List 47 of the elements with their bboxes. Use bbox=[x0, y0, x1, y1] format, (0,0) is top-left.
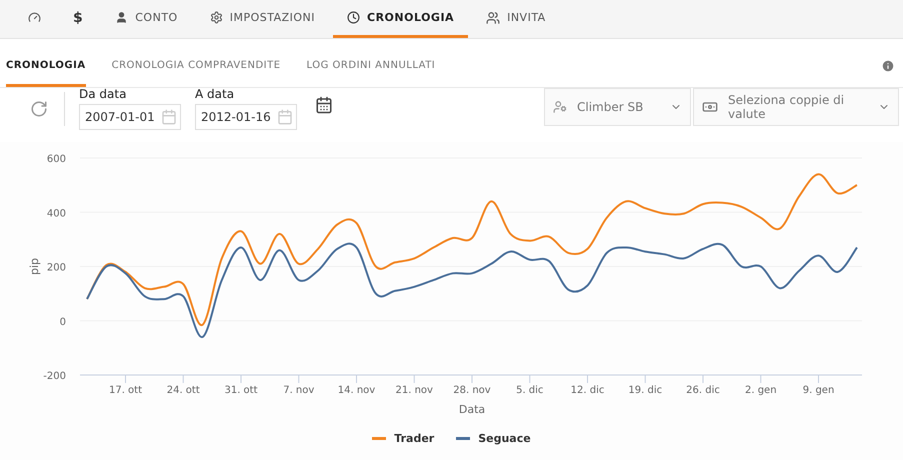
y-axis-title: pip bbox=[28, 258, 41, 276]
info-icon[interactable] bbox=[881, 59, 895, 73]
x-tick-label: 12. dic bbox=[570, 385, 604, 396]
calendar-icon bbox=[277, 109, 293, 125]
x-tick-label: 5. dic bbox=[516, 385, 544, 396]
user-icon bbox=[553, 100, 567, 114]
y-tick-label: 0 bbox=[60, 316, 66, 328]
x-tick-label: 21. nov bbox=[396, 385, 433, 396]
calendar-icon[interactable] bbox=[315, 96, 333, 114]
nav-tab[interactable]: INVITA bbox=[472, 0, 560, 38]
currency-pair-select[interactable]: Seleziona coppie di valute bbox=[693, 88, 899, 126]
x-tick-label: 9. gen bbox=[802, 385, 834, 396]
gauge-icon bbox=[28, 11, 41, 24]
nav-tab[interactable]: $ bbox=[59, 0, 98, 38]
y-tick-label: 600 bbox=[46, 154, 66, 165]
nav-tab[interactable]: CONTO bbox=[101, 0, 192, 38]
x-tick-label: 14. nov bbox=[338, 385, 376, 396]
sub-tab[interactable]: CRONOLOGIA COMPRAVENDITE bbox=[112, 39, 281, 87]
y-tick-label: -200 bbox=[43, 371, 66, 382]
clock-icon bbox=[347, 11, 360, 24]
x-tick-label: 2. gen bbox=[744, 385, 777, 396]
y-tick-label: 400 bbox=[46, 208, 66, 220]
y-tick-label: 200 bbox=[46, 262, 66, 274]
x-tick-label: 19. dic bbox=[628, 385, 662, 396]
field-label: A data bbox=[195, 87, 236, 101]
nav-tab[interactable]: IMPOSTAZIONI bbox=[196, 0, 330, 38]
x-axis-title: Data bbox=[458, 403, 486, 416]
x-tick-label: 26. dic bbox=[686, 385, 720, 396]
users-icon bbox=[486, 10, 500, 24]
nav-tab[interactable]: CRONOLOGIA bbox=[333, 0, 468, 38]
x-tick-label: 31. ott bbox=[224, 385, 258, 396]
date-field[interactable]: 2007-01-01 bbox=[79, 104, 181, 130]
sub-tab[interactable]: CRONOLOGIA bbox=[6, 39, 86, 87]
x-tick-label: 7. nov bbox=[283, 385, 314, 396]
legend-item[interactable]: Trader bbox=[372, 432, 434, 445]
user-icon bbox=[115, 11, 128, 24]
sub-tab[interactable]: LOG ORDINI ANNULLATI bbox=[306, 39, 436, 87]
field-label: Da data bbox=[79, 87, 128, 101]
legend-item[interactable]: Seguace bbox=[456, 432, 531, 445]
trader-select[interactable]: Climber SB bbox=[544, 88, 691, 126]
calendar-icon bbox=[161, 109, 177, 125]
x-tick-label: 17. ott bbox=[108, 385, 142, 396]
refresh-icon[interactable] bbox=[30, 100, 48, 118]
date-field[interactable]: 2012-01-16 bbox=[195, 104, 297, 130]
x-tick-label: 28. nov bbox=[453, 385, 491, 396]
settings-icon bbox=[210, 11, 223, 24]
x-tick-label: 24. ott bbox=[166, 385, 200, 396]
